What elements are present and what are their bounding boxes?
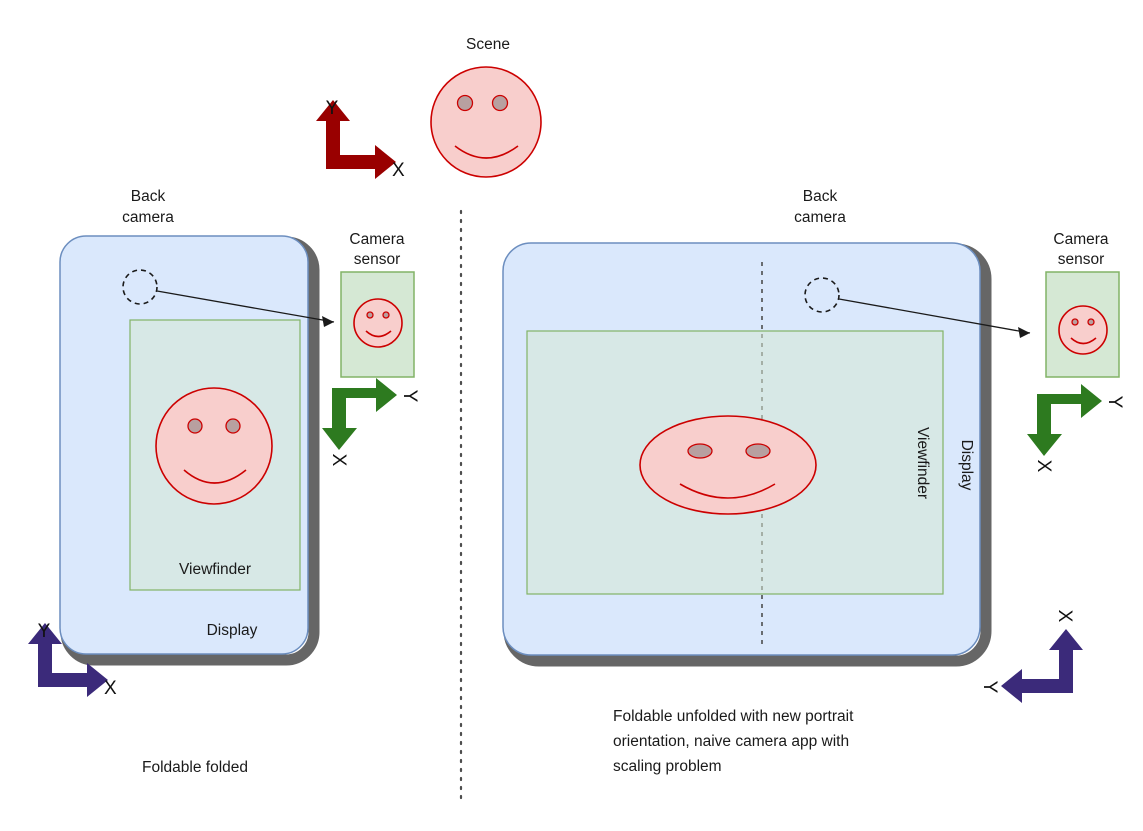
unfolded-camera-sensor-label-line1: Camera bbox=[1053, 231, 1109, 248]
unfolded-viewfinder-face bbox=[639, 415, 817, 515]
folded-camera-sensor-label-line2: sensor bbox=[354, 251, 401, 268]
face-eye-left bbox=[687, 443, 713, 459]
face-ellipse bbox=[639, 415, 817, 515]
face-eye-left bbox=[366, 311, 374, 319]
scene-group: Scene Y X bbox=[316, 36, 542, 181]
face-eye-left bbox=[187, 418, 203, 434]
folded-sensor-axis-x-label: X bbox=[328, 454, 349, 467]
foldable-camera-orientation-diagram: Scene Y X Back camera Viewfinder Display bbox=[28, 36, 1125, 802]
face-eye-left bbox=[1071, 318, 1079, 326]
folded-sensor-face bbox=[353, 298, 403, 348]
face-eye-left bbox=[456, 94, 474, 112]
face-eye-right bbox=[225, 418, 241, 434]
folded-camera-sensor-label-line1: Camera bbox=[349, 231, 405, 248]
scene-axis-y-label: Y bbox=[326, 98, 339, 119]
unfolded-display-axes: X Y bbox=[979, 610, 1083, 703]
pointer-arrowhead bbox=[322, 316, 334, 327]
unfolded-camera-sensor-label-line2: sensor bbox=[1058, 251, 1105, 268]
scene-axis-x-label: X bbox=[392, 160, 405, 181]
face-circle bbox=[430, 66, 542, 178]
unfolded-display-label: Display bbox=[958, 440, 975, 491]
folded-back-camera-label-line1: Back bbox=[131, 188, 166, 205]
folded-display-axis-y-label: Y bbox=[38, 621, 51, 642]
unfolded-back-camera-label-line2: camera bbox=[794, 209, 846, 226]
unfolded-caption-line3: scaling problem bbox=[613, 758, 722, 775]
face-eye-right bbox=[491, 94, 509, 112]
folded-phone-group: Back camera Viewfinder Display Camera se… bbox=[28, 188, 420, 776]
pointer-arrowhead bbox=[1018, 327, 1030, 338]
unfolded-phone-group: Back camera Viewfinder Display Camera se… bbox=[502, 188, 1125, 775]
face-eye-right bbox=[382, 311, 390, 319]
unfolded-back-camera-label-line1: Back bbox=[803, 188, 838, 205]
folded-viewfinder-label: Viewfinder bbox=[179, 561, 251, 578]
unfolded-viewfinder-label: Viewfinder bbox=[914, 427, 931, 499]
unfolded-sensor-axis-x-label: X bbox=[1033, 460, 1054, 473]
folded-sensor-axes: Y X bbox=[322, 378, 420, 467]
face-eye-right bbox=[745, 443, 771, 459]
folded-back-camera-label-line2: camera bbox=[122, 209, 174, 226]
unfolded-caption-line1: Foldable unfolded with new portrait bbox=[613, 708, 854, 725]
scene-label: Scene bbox=[466, 36, 510, 53]
face-circle bbox=[1058, 305, 1108, 355]
unfolded-sensor-face bbox=[1058, 305, 1108, 355]
folded-display-label: Display bbox=[207, 622, 258, 639]
folded-viewfinder-face bbox=[155, 387, 273, 505]
unfolded-sensor-axis-y-label: Y bbox=[1104, 396, 1125, 409]
sensor-axis-arrows bbox=[322, 378, 397, 450]
folded-display-axis-x-label: X bbox=[104, 678, 117, 699]
display-axis-arrows bbox=[1001, 629, 1083, 703]
unfolded-sensor-axes: Y X bbox=[1027, 384, 1125, 473]
face-circle bbox=[155, 387, 273, 505]
sensor-axis-arrows bbox=[1027, 384, 1102, 456]
folded-caption: Foldable folded bbox=[142, 759, 248, 776]
unfolded-display-axis-x-label: X bbox=[1054, 610, 1075, 623]
face-eye-right bbox=[1087, 318, 1095, 326]
unfolded-display-axis-y-label: Y bbox=[979, 681, 1000, 694]
folded-sensor-axis-y-label: Y bbox=[399, 390, 420, 403]
unfolded-caption-line2: orientation, naive camera app with bbox=[613, 733, 849, 750]
scene-face bbox=[430, 66, 542, 178]
scene-axes: Y X bbox=[316, 98, 405, 181]
face-circle bbox=[353, 298, 403, 348]
